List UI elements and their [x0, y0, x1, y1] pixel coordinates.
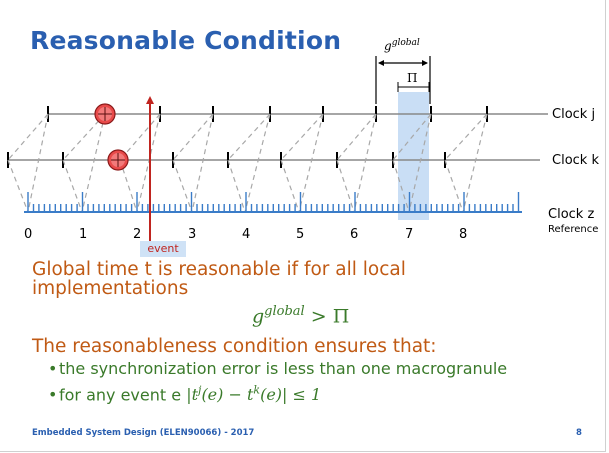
formula-g: g — [252, 305, 265, 328]
projection-line — [136, 113, 161, 213]
bullet-item: •the synchronization error is less than … — [48, 358, 507, 380]
projection-line — [280, 113, 324, 161]
body-text: Global time t is reasonable if for all l… — [32, 259, 406, 299]
bullet-list: •the synchronization error is less than … — [48, 358, 507, 406]
macrotick-number: 3 — [188, 227, 196, 242]
macrotick-number: 8 — [459, 227, 467, 242]
macrotick-number: 4 — [242, 227, 250, 242]
g-global-arrowhead-left — [378, 60, 384, 66]
clock-k-label: Clock k — [552, 153, 599, 168]
projection-line — [336, 159, 355, 213]
macrotick-number: 6 — [350, 227, 358, 242]
projection-line — [191, 113, 214, 213]
event-label: event — [140, 241, 186, 257]
g-global-arrowhead-right — [422, 60, 428, 66]
bullet-text: for any event e — [59, 385, 182, 405]
projection-line — [227, 113, 271, 161]
pi-label: Π — [407, 71, 417, 85]
projection-line — [172, 113, 214, 161]
projection-line — [462, 113, 488, 213]
formula-rest: > Π — [304, 305, 350, 328]
clock-z-label: Clock z — [548, 207, 594, 222]
bullet-item: •for any event e |tj(e) − tk(e)| ≤ 1 — [48, 380, 507, 406]
footer-page-number: 8 — [576, 428, 582, 438]
projection-line — [336, 113, 377, 161]
projection-line — [444, 113, 488, 161]
clock-k-marker — [107, 149, 129, 171]
reasonableness-formula: gglobal > Π — [252, 304, 349, 327]
sub-heading: The reasonableness condition ensures tha… — [32, 336, 437, 357]
projection-line — [227, 159, 246, 213]
math-mid: (e) − t — [201, 385, 254, 405]
projection-line — [353, 113, 377, 213]
bullet-text: the synchronization error is less than o… — [59, 359, 508, 378]
macrotick-number: 2 — [133, 227, 141, 242]
projection-line — [7, 159, 29, 213]
macrotick-number: 5 — [296, 227, 304, 242]
macrotick-number: 7 — [405, 227, 413, 242]
projection-line — [244, 113, 271, 213]
clock-j-label: Clock j — [552, 107, 595, 122]
projection-line — [298, 113, 324, 213]
projection-line — [81, 113, 106, 213]
g-global-sup: global — [392, 38, 420, 48]
reference-label: Reference — [548, 224, 598, 235]
math-open: |t — [186, 385, 199, 405]
bullet-math: |tj(e) − tk(e)| ≤ 1 — [186, 384, 322, 405]
projection-line — [7, 113, 49, 161]
clock-j-marker — [94, 103, 116, 125]
precision-window — [398, 92, 429, 220]
bullet-dot: • — [48, 385, 58, 405]
projection-line — [27, 113, 49, 213]
formula-sup: global — [264, 304, 305, 319]
macrotick-numbers: 0 1 2 3 4 5 6 7 8 — [24, 227, 467, 242]
g-global-label: gglobal — [384, 38, 420, 53]
footer-course: Embedded System Design (ELEN90066) - 201… — [32, 428, 255, 438]
macrotick-number: 0 — [24, 227, 32, 242]
clock-z-ticks — [27, 192, 520, 212]
slide: Reasonable Condition gglobal Π Clock j C… — [0, 0, 609, 453]
event-arrowhead — [146, 96, 154, 104]
math-end: (e)| ≤ 1 — [260, 385, 322, 405]
macrotick-number: 1 — [79, 227, 87, 242]
bullet-dot: • — [48, 359, 58, 378]
